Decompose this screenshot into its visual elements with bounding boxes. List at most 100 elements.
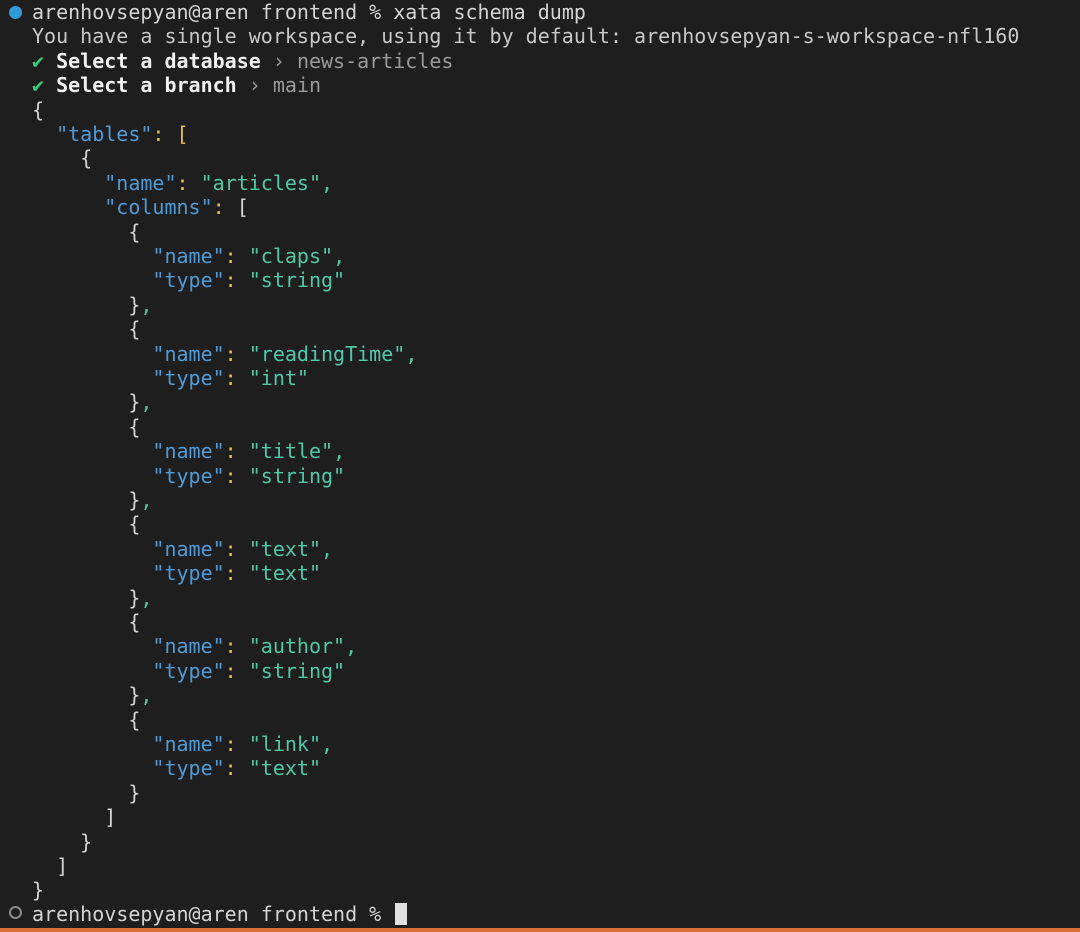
json-colon: : [224, 244, 237, 268]
json-line: } [32, 878, 44, 902]
json-key: "type" [152, 756, 225, 781]
json-key: "type" [152, 463, 225, 488]
column-close-line: }, [32, 293, 152, 317]
json-comma: , [140, 488, 153, 512]
json-line: ] [32, 805, 116, 829]
json-key: "type" [152, 658, 225, 683]
json-colon: : [224, 268, 237, 293]
column-type-line: "type": "text" [32, 756, 321, 780]
chevron-right-icon: › [272, 48, 285, 73]
json-colon: : [224, 439, 237, 464]
json-brace: } [128, 390, 141, 415]
workspace-message: You have a single workspace, using it by… [32, 24, 1020, 49]
json-key: "name" [152, 536, 225, 561]
json-brace: } [32, 878, 45, 903]
terminal-panel[interactable]: arenhovsepyan@aren frontend % xata schem… [0, 0, 1080, 928]
column-type-value: "string" [248, 268, 346, 293]
column-type-value: "text" [248, 756, 322, 781]
prompt-line[interactable]: arenhovsepyan@aren frontend % [32, 902, 408, 926]
column-name-value: "readingTime" [248, 341, 406, 366]
json-bracket: [ [236, 195, 249, 220]
column-name-line: "name": "title", [32, 439, 345, 463]
column-close-line: }, [32, 683, 152, 707]
panel-focus-border [0, 928, 1080, 932]
column-name-line: "name": "link", [32, 732, 333, 756]
column-name-line: "name": "claps", [32, 244, 345, 268]
json-brace: { [128, 414, 141, 439]
json-brace: { [128, 317, 141, 342]
json-line: "columns": [ [32, 195, 249, 219]
json-line: } [32, 830, 92, 854]
column-close-line: }, [32, 488, 152, 512]
column-open-line: { [32, 512, 140, 536]
json-bracket: ] [104, 805, 117, 830]
json-key: "name" [152, 244, 225, 268]
json-key: "name" [152, 439, 225, 464]
json-comma: , [345, 634, 358, 659]
json-comma: , [140, 585, 153, 610]
column-type-line: "type": "string" [32, 659, 345, 683]
json-comma: , [321, 732, 334, 756]
json-colon: : [224, 341, 237, 366]
chevron-right-icon: › [248, 73, 261, 98]
select-database-line: ✔ Select a database › news-articles [32, 49, 453, 73]
column-open-line: { [32, 317, 140, 341]
json-brace: } [128, 683, 141, 708]
table-name-value: "articles" [200, 170, 322, 195]
column-type-value: "text" [248, 561, 322, 586]
json-line: { [32, 98, 44, 122]
command-status-dot-icon[interactable] [9, 6, 22, 19]
json-comma: , [333, 244, 346, 268]
json-bracket: ] [56, 854, 69, 878]
json-key: "columns" [104, 195, 213, 220]
prompt-cwd: frontend [260, 0, 358, 24]
json-line: "name": "articles", [32, 171, 333, 195]
json-comma: , [405, 341, 418, 366]
json-colon: : [224, 658, 237, 683]
prompt-status-dot-icon[interactable] [9, 906, 22, 919]
column-name-value: "claps" [248, 244, 334, 268]
column-type-value: "string" [248, 463, 346, 488]
json-colon: : [224, 732, 237, 756]
column-name-line: "name": "author", [32, 634, 357, 658]
json-line: "tables": [ [32, 122, 189, 146]
column-name-value: "title" [248, 439, 334, 464]
json-bracket: [ [176, 122, 189, 146]
json-key: "name" [152, 732, 225, 756]
json-key: "type" [152, 268, 225, 293]
text-cursor [395, 903, 408, 925]
json-colon: : [224, 463, 237, 488]
command-line: arenhovsepyan@aren frontend % xata schem… [32, 0, 586, 24]
column-type-value: "string" [248, 658, 346, 683]
json-comma: , [140, 390, 153, 415]
column-open-line: { [32, 610, 140, 634]
prompt-user-host: arenhovsepyan@aren [32, 0, 249, 24]
json-colon: : [212, 195, 225, 220]
column-name-value: "link" [248, 732, 322, 756]
prompt-user-host: arenhovsepyan@aren [32, 902, 249, 926]
json-comma: , [333, 439, 346, 464]
column-name-value: "text" [248, 536, 322, 561]
database-value: news-articles [296, 48, 454, 73]
json-colon: : [224, 561, 237, 586]
select-branch-label: Select a branch [56, 73, 237, 98]
column-type-line: "type": "text" [32, 561, 321, 585]
column-open-line: { [32, 708, 140, 732]
column-name-line: "name": "text", [32, 537, 333, 561]
json-brace: { [128, 707, 141, 732]
json-brace: { [80, 146, 93, 171]
column-open-line: { [32, 415, 140, 439]
json-colon: : [224, 756, 237, 781]
json-key: "name" [104, 170, 177, 195]
json-brace: } [128, 585, 141, 610]
json-colon: : [152, 122, 165, 146]
json-comma: , [140, 683, 153, 708]
json-key: "tables" [56, 122, 153, 146]
column-type-value: "int" [248, 366, 309, 390]
column-close-line: }, [32, 390, 152, 414]
check-icon: ✔ [32, 73, 45, 98]
json-key: "type" [152, 561, 225, 586]
json-brace: { [32, 97, 45, 122]
column-close-line: }, [32, 586, 152, 610]
json-brace: { [128, 610, 141, 634]
